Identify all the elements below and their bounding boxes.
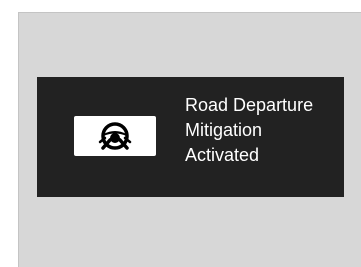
screen: Road Departure Mitigation Activated [0, 0, 361, 267]
alert-message-line-1: Road Departure [185, 95, 314, 115]
alert-message-line-3: Activated [185, 145, 260, 165]
alert-message-line-2: Mitigation [185, 120, 263, 140]
alert-banner: Road Departure Mitigation Activated [37, 77, 344, 197]
road-departure-mitigation-icon [98, 122, 132, 150]
alert-message: Road Departure Mitigation Activated [185, 93, 340, 168]
alert-icon-box [74, 116, 156, 156]
